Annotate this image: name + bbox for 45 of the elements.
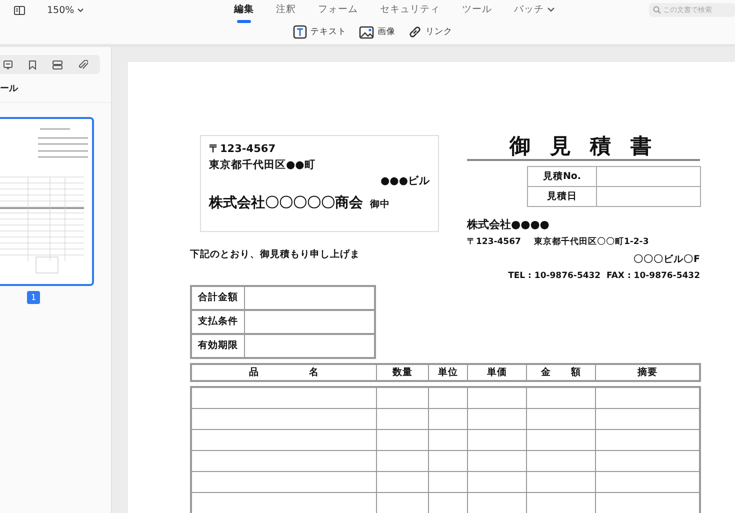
field-label: 見積No. xyxy=(528,167,597,186)
field-label: 支払条件 xyxy=(192,311,245,333)
menu-tab[interactable]: バッチ xyxy=(514,3,555,23)
panel-icon[interactable] xyxy=(14,6,25,14)
column-header: 単価 xyxy=(468,365,528,380)
field-label: 合計金額 xyxy=(192,287,245,309)
text-icon xyxy=(292,25,306,39)
column-header: 単位 xyxy=(429,365,468,380)
intro-text: 下記のとおり、御見積もり申し上げま xyxy=(190,248,361,261)
address-text: 東京都千代田区●●町 xyxy=(209,158,316,172)
image-icon xyxy=(358,26,374,38)
honorific-text: 御中 xyxy=(370,198,390,211)
field-label: 見積日 xyxy=(528,187,597,206)
menu-tab[interactable]: フォーム xyxy=(318,3,358,23)
page-number-badge: 1 xyxy=(27,291,40,304)
link-tool-button[interactable]: リンク xyxy=(408,25,452,39)
chevron-icon xyxy=(77,8,84,12)
postal-code: 〒123-4567 xyxy=(467,236,521,248)
menu-tab[interactable]: ツール xyxy=(462,3,492,23)
column-header: 品 名 xyxy=(192,365,377,380)
paperclip-icon[interactable] xyxy=(78,60,88,70)
contact-numbers: TEL : 10-9876-5432 FAX : 10-9876-5432 xyxy=(507,271,700,281)
field-label: 有効期限 xyxy=(192,335,245,357)
building-name: ●●●ビル xyxy=(380,174,430,188)
issuer-company: 株式会社●●●● xyxy=(467,217,550,232)
bookmark-icon[interactable] xyxy=(28,60,37,70)
postal-code: 〒123-4567 xyxy=(209,142,276,156)
recipient-company: 株式会社〇〇〇〇〇商会 xyxy=(209,194,363,212)
comment-icon[interactable] xyxy=(3,60,13,70)
panel-title: ール xyxy=(0,82,111,103)
column-header: 金 額 xyxy=(527,365,596,380)
image-tool-button[interactable]: 画像 xyxy=(358,26,396,38)
column-header: 摘要 xyxy=(636,366,658,380)
text-tool-button[interactable]: テキスト xyxy=(292,25,346,39)
zoom-dropdown[interactable]: 150% xyxy=(47,4,84,16)
menu-tab[interactable]: 編集 xyxy=(234,3,254,23)
page-thumbnail[interactable] xyxy=(0,117,94,286)
column-header: 数量 xyxy=(376,365,430,380)
menu-tab[interactable]: セキュリティ xyxy=(380,3,440,23)
document-title: 御 見 積 書 xyxy=(508,133,658,159)
building-name: 〇〇〇ビル〇F xyxy=(632,253,700,266)
link-icon xyxy=(408,25,422,39)
address-text: 東京都千代田区〇〇町1-2-3 xyxy=(534,236,649,248)
menu-tab[interactable]: 注釈 xyxy=(276,3,296,23)
layers-icon[interactable] xyxy=(52,60,63,70)
